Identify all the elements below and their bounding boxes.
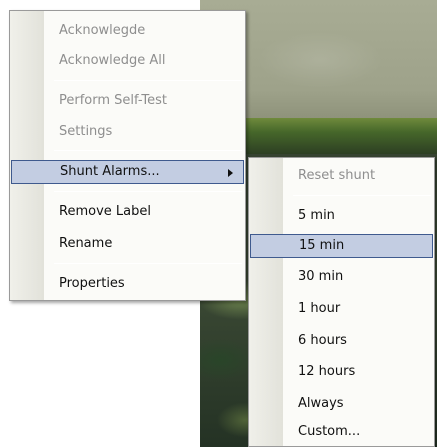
menu-item-remove-label[interactable]: Remove Label [11,200,244,224]
menu-separator [54,263,242,264]
menu-item-label: Settings [59,124,113,139]
menu-item-acknowledge: Acknowlegde [11,19,244,43]
menu-separator [293,195,431,196]
submenu-item-label: 6 hours [298,333,347,348]
submenu-item-label: 12 hours [298,364,356,379]
submenu-item-label: 5 min [298,208,335,223]
menu-item-shunt-alarms[interactable]: Shunt Alarms... [11,160,244,184]
menu-item-label: Perform Self-Test [59,93,167,108]
menu-item-settings: Settings [11,120,244,144]
submenu-item-5-min[interactable]: 5 min [250,204,433,228]
submenu-item-label: 15 min [299,238,345,253]
submenu-item-12-hours[interactable]: 12 hours [250,360,433,384]
submenu-item-label: Reset shunt [298,168,376,183]
submenu-item-6-hours[interactable]: 6 hours [250,329,433,353]
menu-item-properties[interactable]: Properties [11,272,244,296]
submenu-item-always[interactable]: Always [250,392,433,416]
chevron-right-icon [228,169,233,177]
menu-item-rename[interactable]: Rename [11,232,244,256]
menu-item-label: Acknowledge All [59,53,166,68]
shunt-alarms-submenu: Reset shunt 5 min 15 min 30 min 1 hour 6… [248,157,435,447]
menu-item-label: Properties [59,276,125,291]
submenu-item-custom[interactable]: Custom... [250,420,433,444]
submenu-item-label: 30 min [298,269,344,284]
context-menu: Acknowlegde Acknowledge All Perform Self… [9,10,246,301]
menu-item-label: Acknowlegde [59,23,146,38]
submenu-item-1-hour[interactable]: 1 hour [250,297,433,321]
menu-item-label: Rename [59,236,113,251]
menu-item-label: Shunt Alarms... [60,164,160,179]
submenu-item-30-min[interactable]: 30 min [250,265,433,289]
menu-separator [54,80,242,81]
submenu-item-label: Always [298,396,344,411]
menu-separator [54,150,242,151]
submenu-item-reset-shunt: Reset shunt [250,164,433,188]
menu-item-label: Remove Label [59,204,151,219]
submenu-item-15-min[interactable]: 15 min [250,234,433,258]
submenu-item-label: 1 hour [298,301,341,316]
menu-separator [54,191,242,192]
submenu-item-label: Custom... [298,424,361,439]
menu-item-acknowledge-all: Acknowledge All [11,49,244,73]
menu-item-perform-self-test: Perform Self-Test [11,89,244,113]
